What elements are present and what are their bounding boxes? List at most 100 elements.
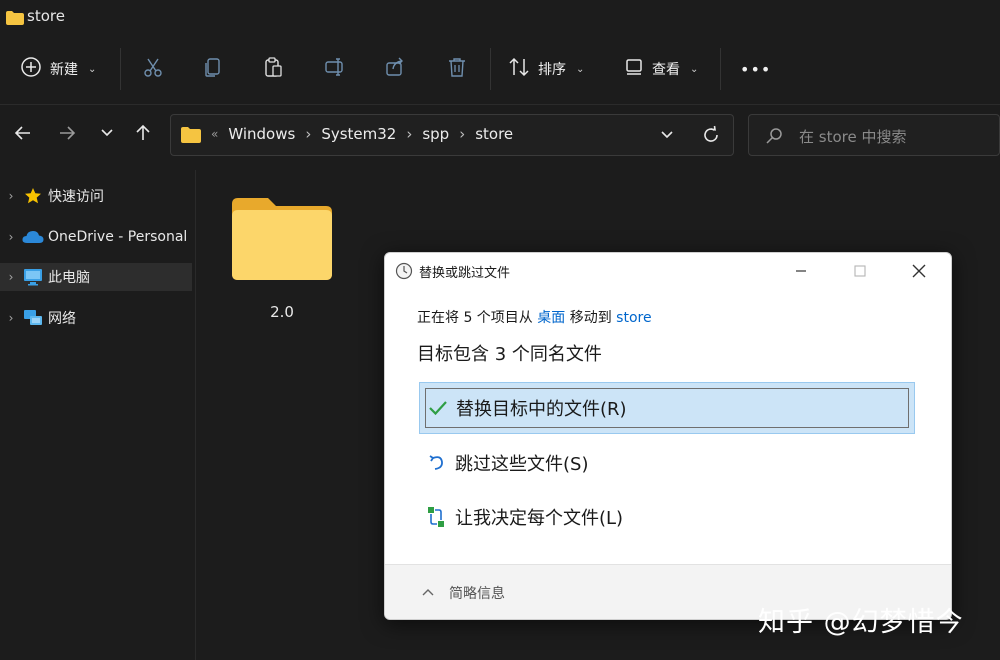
trash-icon	[446, 56, 468, 82]
arrow-right-icon	[57, 123, 77, 147]
nav-item-network[interactable]: › 网络	[0, 304, 192, 332]
back-button[interactable]	[8, 120, 38, 150]
conflict-summary: 目标包含 3 个同名文件	[417, 344, 602, 365]
chevron-right-icon[interactable]: ›	[0, 189, 22, 203]
move-description: 正在将 5 个项目从 桌面 移动到 store	[417, 307, 652, 327]
share-button[interactable]	[380, 54, 410, 84]
up-button[interactable]	[128, 120, 158, 150]
chevron-down-icon: ⌄	[88, 63, 97, 75]
folder-icon	[228, 198, 336, 286]
rename-icon	[324, 56, 346, 82]
replace-option-label: 替换目标中的文件(R)	[456, 399, 627, 420]
watermark: 知乎 @幻梦惜今	[758, 607, 964, 638]
chevron-right-icon[interactable]: ›	[0, 311, 22, 325]
chevron-right-icon: ›	[406, 125, 413, 143]
chevron-down-icon: ⌄	[576, 63, 585, 75]
navigation-pane: › 快速访问 › OneDrive - Personal › 此电脑 › 网络	[0, 170, 196, 660]
delete-button[interactable]	[442, 54, 472, 84]
breadcrumb: « Windows › System32 › spp › store	[211, 125, 513, 143]
nav-item-label: 此电脑	[48, 270, 90, 286]
scissors-icon	[142, 56, 164, 82]
nav-item-label: 快速访问	[48, 189, 104, 205]
computer-icon	[22, 268, 44, 286]
chevron-right-icon[interactable]: ›	[0, 270, 22, 284]
folder-icon	[181, 127, 201, 147]
close-button[interactable]	[899, 257, 939, 285]
copy-button[interactable]	[198, 54, 228, 84]
more-button[interactable]: •••	[740, 52, 771, 86]
address-dropdown-button[interactable]	[659, 127, 675, 147]
maximize-button	[840, 257, 880, 285]
breadcrumb-item[interactable]: store	[475, 125, 513, 143]
skip-option-label: 跳过这些文件(S)	[455, 454, 589, 475]
decide-icon	[419, 506, 455, 528]
search-box[interactable]: 在 store 中搜索	[748, 114, 1000, 156]
address-bar[interactable]: « Windows › System32 › spp › store	[170, 114, 734, 156]
clipboard-icon	[262, 56, 284, 82]
breadcrumb-item[interactable]: System32	[321, 125, 396, 143]
window-title: store	[27, 7, 65, 25]
command-bar: 新建 ⌄ 排序 ⌄ 查看 ⌄ •••	[0, 34, 1000, 105]
folder-label[interactable]: 2.0	[250, 303, 314, 321]
arrow-left-icon	[13, 123, 33, 147]
skip-icon	[419, 453, 455, 473]
fewer-details-button[interactable]: 简略信息	[421, 583, 505, 603]
new-label: 新建	[50, 62, 78, 78]
search-placeholder: 在 store 中搜索	[799, 128, 907, 146]
dialog-title: 替换或跳过文件	[419, 266, 511, 281]
minimize-button[interactable]	[781, 257, 821, 285]
nav-item-label: OneDrive - Personal	[48, 229, 188, 245]
search-icon	[765, 127, 783, 149]
plus-circle-icon	[20, 56, 42, 82]
replace-option[interactable]: 替换目标中的文件(R)	[419, 382, 915, 434]
sort-label: 排序	[538, 62, 566, 78]
move-prefix: 正在将 5 个项目从	[417, 310, 538, 326]
arrow-up-icon	[133, 123, 153, 147]
chevron-up-icon	[421, 585, 435, 601]
star-icon	[22, 187, 44, 205]
breadcrumb-overflow[interactable]: «	[211, 127, 218, 141]
skip-option[interactable]: 跳过这些文件(S)	[419, 437, 915, 489]
view-button[interactable]: 查看 ⌄	[624, 52, 698, 86]
fewer-details-label: 简略信息	[449, 586, 505, 602]
network-icon	[22, 309, 44, 327]
chevron-right-icon[interactable]: ›	[0, 230, 22, 244]
cloud-icon	[22, 228, 44, 246]
chevron-down-icon	[99, 125, 115, 145]
rename-button[interactable]	[320, 54, 350, 84]
title-bar: store	[0, 0, 1000, 34]
check-icon	[420, 400, 456, 416]
chevron-down-icon: ⌄	[690, 63, 699, 75]
nav-item-this-pc[interactable]: › 此电脑	[0, 263, 192, 291]
more-icon: •••	[740, 59, 772, 79]
clock-icon	[395, 262, 413, 284]
recent-locations-button[interactable]	[92, 120, 122, 150]
paste-button[interactable]	[258, 54, 288, 84]
destination-link[interactable]: store	[616, 310, 651, 326]
folder-item[interactable]	[228, 196, 336, 286]
copy-icon	[202, 56, 224, 82]
decide-option[interactable]: 让我决定每个文件(L)	[419, 491, 915, 543]
new-button[interactable]: 新建 ⌄	[20, 52, 96, 86]
decide-option-label: 让我决定每个文件(L)	[455, 508, 624, 529]
view-label: 查看	[652, 62, 680, 78]
refresh-button[interactable]	[701, 125, 721, 149]
chevron-right-icon: ›	[459, 125, 466, 143]
view-icon	[624, 57, 644, 81]
nav-item-quick-access[interactable]: › 快速访问	[0, 182, 192, 210]
cut-button[interactable]	[138, 54, 168, 84]
source-link[interactable]: 桌面	[537, 310, 565, 326]
replace-or-skip-dialog: 替换或跳过文件 正在将 5 个项目从 桌面 移动到 store 目标包含 3 个…	[384, 252, 952, 620]
breadcrumb-item[interactable]: Windows	[228, 125, 295, 143]
breadcrumb-item[interactable]: spp	[422, 125, 449, 143]
forward-button[interactable]	[52, 120, 82, 150]
divider	[120, 48, 121, 90]
move-mid: 移动到	[565, 310, 617, 326]
nav-item-onedrive[interactable]: › OneDrive - Personal	[0, 223, 192, 251]
sort-button[interactable]: 排序 ⌄	[508, 52, 584, 86]
nav-item-label: 网络	[48, 311, 76, 327]
divider	[490, 48, 491, 90]
sort-icon	[508, 56, 530, 82]
divider	[720, 48, 721, 90]
chevron-right-icon: ›	[305, 125, 312, 143]
